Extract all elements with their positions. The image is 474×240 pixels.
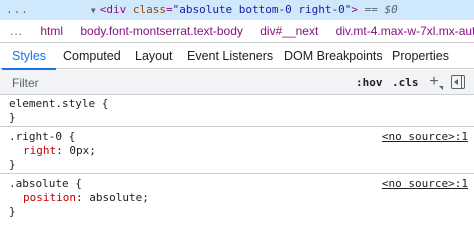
rule-close-brace[interactable]: } [9, 111, 16, 124]
styles-pane-tabs: Styles Computed Layout Event Listeners D… [0, 43, 474, 70]
dom-attr-eq: = [165, 3, 173, 16]
breadcrumb-ellipsis[interactable]: ... [10, 24, 23, 38]
dom-tree-ellipsis[interactable]: ... [6, 3, 29, 16]
css-property-colon: : [56, 144, 70, 157]
rule-open-brace: { [68, 177, 82, 190]
dom-tag-open: <div [99, 3, 127, 16]
css-property-colon: : [75, 191, 90, 204]
breadcrumb-item-container[interactable]: div.mt-4.max-w-7xl.mx-aut [336, 20, 474, 42]
rule-selector[interactable]: element.style [9, 97, 95, 110]
css-property-value[interactable]: absolute; [89, 191, 149, 204]
breadcrumb: ... html body.font-montserrat.text-body … [0, 20, 474, 43]
filter-input[interactable] [4, 73, 344, 92]
style-rule-element-style: element.style { } [0, 96, 474, 127]
tab-layout[interactable]: Layout [135, 43, 173, 69]
style-rules-list: element.style { } .right-0 { <no source>… [0, 96, 474, 225]
breadcrumb-item-next[interactable]: div#__next [260, 20, 318, 42]
tab-styles[interactable]: Styles [1, 43, 57, 70]
style-rule-right-0: .right-0 { <no source>:1 right: 0px; } [0, 127, 474, 174]
dom-attr-value: "absolute bottom-0 right-0" [172, 3, 352, 16]
dom-tree-selected-line[interactable]: ... ▼ <div class="absolute bottom-0 right-… [0, 0, 474, 20]
css-property-name[interactable]: position [23, 191, 76, 204]
dom-selected-ref: == $0 [358, 3, 398, 16]
breadcrumb-item-html[interactable]: html [40, 20, 63, 42]
new-style-rule-plus-icon[interactable]: + [427, 73, 443, 91]
cls-toggle-button[interactable]: .cls [392, 70, 419, 95]
rule-close-brace[interactable]: } [9, 205, 16, 218]
rule-selector[interactable]: .absolute [9, 177, 69, 190]
css-property-name[interactable]: right [23, 144, 56, 157]
dom-attr-name: class [126, 3, 166, 16]
rule-source-link[interactable]: <no source>:1 [382, 177, 468, 191]
rule-selector[interactable]: .right-0 [9, 130, 62, 143]
rule-open-brace: { [95, 97, 109, 110]
tab-event-listeners[interactable]: Event Listeners [187, 43, 273, 69]
breadcrumb-item-body[interactable]: body.font-montserrat.text-body [80, 20, 243, 42]
expand-triangle-icon[interactable]: ▼ [91, 6, 96, 15]
style-rule-absolute: .absolute { <no source>:1 position: abso… [0, 174, 474, 225]
styles-toolbar: :hov .cls + [0, 70, 474, 95]
css-property-value[interactable]: 0px; [69, 144, 96, 157]
rule-close-brace[interactable]: } [9, 158, 16, 171]
tab-dom-breakpoints[interactable]: DOM Breakpoints [284, 43, 383, 69]
tab-properties[interactable]: Properties [392, 43, 449, 69]
rule-source-link[interactable]: <no source>:1 [382, 130, 468, 144]
rule-open-brace: { [61, 130, 76, 143]
toggle-computed-sidebar-icon[interactable] [451, 75, 465, 89]
hov-toggle-button[interactable]: :hov [356, 70, 383, 95]
tab-computed[interactable]: Computed [63, 43, 121, 69]
